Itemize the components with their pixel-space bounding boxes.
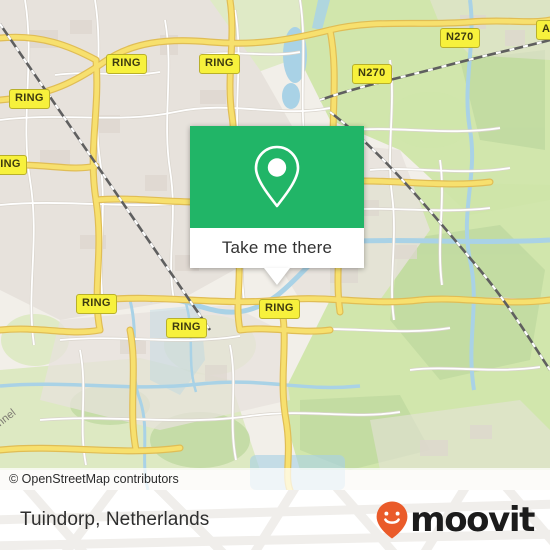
openstreetmap-attribution[interactable]: © OpenStreetMap contributors — [9, 472, 179, 486]
road-shield-ring-3: RING — [0, 155, 27, 175]
map-attribution-bar: © OpenStreetMap contributors — [0, 468, 550, 490]
road-shield-ring-8: RING — [259, 299, 300, 319]
footer-bar: Tuindorp, Netherlands moovit — [0, 490, 550, 550]
moovit-logo[interactable]: moovit — [375, 500, 535, 540]
road-shield-ring-9: RING — [166, 318, 207, 338]
map-canvas[interactable]: RINGRINGRINGRINGN270N270A2RINGRINGRING n… — [0, 0, 550, 490]
moovit-wordmark: moovit — [410, 500, 535, 540]
moovit-pin-smiley-icon — [376, 501, 408, 539]
map-screenshot: RINGRINGRINGRINGN270N270A2RINGRINGRING n… — [0, 0, 550, 550]
callout-pointer — [264, 268, 290, 285]
callout-header — [190, 126, 364, 228]
road-shield-ring-7: RING — [76, 294, 117, 314]
callout-footer[interactable]: Take me there — [190, 228, 364, 268]
take-me-there-callout[interactable]: Take me there — [190, 126, 364, 285]
road-shield-ring-0: RING — [106, 54, 147, 74]
take-me-there-label: Take me there — [221, 238, 333, 257]
place-name: Tuindorp, Netherlands — [20, 509, 210, 530]
road-shield-n270-5: N270 — [352, 64, 392, 84]
map-pin-icon — [254, 145, 300, 208]
road-shield-a2-6: A2 — [536, 20, 550, 40]
road-shield-ring-1: RING — [199, 54, 240, 74]
road-shield-ring-2: RING — [9, 89, 50, 109]
road-shield-n270-4: N270 — [440, 28, 480, 48]
